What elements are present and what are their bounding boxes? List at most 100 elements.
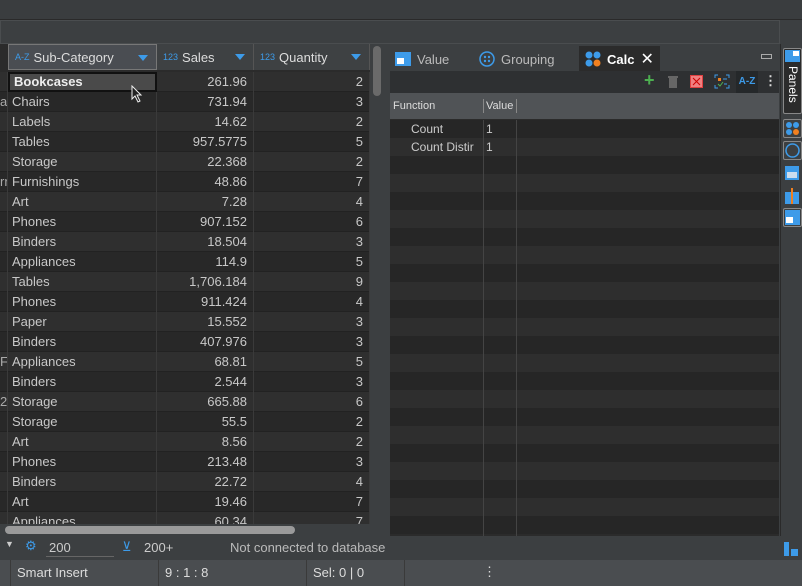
- table-row[interactable]: Tables 957.5775 5: [0, 132, 370, 152]
- quantity-cell[interactable]: 2: [254, 112, 370, 132]
- insert-mode[interactable]: Smart Insert: [10, 560, 158, 586]
- calc-row[interactable]: [390, 300, 779, 318]
- sub-category-cell[interactable]: Art: [8, 432, 157, 452]
- sales-cell[interactable]: 665.88: [157, 392, 254, 412]
- select-columns-icon[interactable]: [714, 74, 730, 89]
- calc-row[interactable]: [390, 516, 779, 534]
- calc-row[interactable]: [390, 480, 779, 498]
- quantity-cell[interactable]: 5: [254, 352, 370, 372]
- table-row[interactable]: rr Furnishings 48.86 7: [0, 172, 370, 192]
- quantity-cell[interactable]: 5: [254, 252, 370, 272]
- sales-cell[interactable]: 68.81: [157, 352, 254, 372]
- quantity-cell[interactable]: 7: [254, 172, 370, 192]
- sort-filter-icon[interactable]: [138, 55, 148, 61]
- sort-filter-icon[interactable]: [235, 54, 245, 60]
- dropdown-icon[interactable]: ▼: [5, 539, 14, 549]
- calc-row[interactable]: [390, 228, 779, 246]
- hidden-column-cell[interactable]: [0, 452, 8, 472]
- column-header-function[interactable]: Function: [393, 100, 435, 112]
- hidden-column-cell[interactable]: [0, 132, 8, 152]
- sub-category-cell[interactable]: Storage: [8, 152, 157, 172]
- quantity-cell[interactable]: 3: [254, 92, 370, 112]
- sales-cell[interactable]: 55.5: [157, 412, 254, 432]
- calc-row[interactable]: [390, 462, 779, 480]
- column-header-sub-category[interactable]: A-Z Sub-Category: [8, 44, 157, 70]
- metadata-panel-icon[interactable]: [785, 166, 799, 180]
- calc-row[interactable]: Count Distir 1: [390, 138, 779, 156]
- quantity-cell[interactable]: 7: [254, 492, 370, 512]
- sub-category-cell[interactable]: Tables: [8, 272, 157, 292]
- calc-row[interactable]: [390, 156, 779, 174]
- tab-value[interactable]: Value: [395, 46, 449, 72]
- column-header-value[interactable]: Value: [486, 100, 513, 112]
- quantity-cell[interactable]: 5: [254, 132, 370, 152]
- settings-gear-icon[interactable]: ⚙: [25, 538, 37, 554]
- hidden-column-cell[interactable]: [0, 412, 8, 432]
- sort-az-button[interactable]: A-Z: [736, 71, 758, 93]
- table-row[interactable]: Tables 1,706.184 9: [0, 272, 370, 292]
- tab-grouping[interactable]: Grouping: [479, 46, 554, 72]
- close-tab-icon[interactable]: ✕: [640, 49, 653, 69]
- sub-category-cell[interactable]: Appliances: [8, 352, 157, 372]
- hidden-column-cell[interactable]: 2": [0, 392, 8, 412]
- quantity-cell[interactable]: 4: [254, 192, 370, 212]
- table-row[interactable]: aiChairs731.943: [0, 92, 370, 112]
- table-row[interactable]: Storage 55.5 2: [0, 412, 370, 432]
- calc-panel-button[interactable]: [783, 119, 802, 138]
- fetch-size-input[interactable]: 200: [46, 538, 114, 557]
- hidden-column-cell[interactable]: [0, 152, 8, 172]
- table-row[interactable]: 2"Storage665.886: [0, 392, 370, 412]
- hidden-column-cell[interactable]: [0, 512, 8, 524]
- hidden-column-cell[interactable]: [0, 332, 8, 352]
- calc-row[interactable]: [390, 354, 779, 372]
- sales-cell[interactable]: 19.46: [157, 492, 254, 512]
- more-options-icon[interactable]: ⋮: [764, 73, 777, 89]
- quantity-cell[interactable]: 4: [254, 472, 370, 492]
- calc-row[interactable]: [390, 246, 779, 264]
- quantity-cell[interactable]: 2: [254, 72, 370, 92]
- column-header-quantity[interactable]: 123 Quantity: [254, 44, 370, 70]
- quantity-cell[interactable]: 7: [254, 512, 370, 524]
- quantity-cell[interactable]: 3: [254, 232, 370, 252]
- calc-row[interactable]: [390, 444, 779, 462]
- calc-row[interactable]: [390, 336, 779, 354]
- table-row[interactable]: Bookcases 261.96 2: [0, 72, 370, 92]
- sub-category-cell[interactable]: Appliances: [8, 252, 157, 272]
- quantity-cell[interactable]: 3: [254, 452, 370, 472]
- hidden-column-cell[interactable]: [0, 112, 8, 132]
- sales-cell[interactable]: 261.96: [157, 72, 254, 92]
- calc-row[interactable]: [390, 318, 779, 336]
- quantity-cell[interactable]: 6: [254, 212, 370, 232]
- sales-cell[interactable]: 213.48: [157, 452, 254, 472]
- sales-cell[interactable]: 18.504: [157, 232, 254, 252]
- table-row[interactable]: F Appliances 68.81 5: [0, 352, 370, 372]
- sub-category-cell[interactable]: Binders: [8, 372, 157, 392]
- calc-row[interactable]: [390, 264, 779, 282]
- sub-category-cell[interactable]: Labels: [8, 112, 157, 132]
- table-row[interactable]: Phones 911.424 4: [0, 292, 370, 312]
- horizontal-scrollbar[interactable]: [5, 526, 295, 534]
- references-panel-icon[interactable]: [785, 188, 799, 204]
- calc-row[interactable]: [390, 192, 779, 210]
- calc-row[interactable]: Count 1: [390, 120, 779, 138]
- table-row[interactable]: Binders 18.504 3: [0, 232, 370, 252]
- table-row[interactable]: Binders 22.72 4: [0, 472, 370, 492]
- table-row[interactable]: Art 7.28 4: [0, 192, 370, 212]
- hidden-column-cell[interactable]: [0, 252, 8, 272]
- hidden-column-cell[interactable]: rr: [0, 172, 8, 192]
- status-menu-icon[interactable]: ⋮: [483, 564, 496, 580]
- table-row[interactable]: Binders 407.976 3: [0, 332, 370, 352]
- calc-row[interactable]: [390, 498, 779, 516]
- table-row[interactable]: Art 19.46 7: [0, 492, 370, 512]
- quantity-cell[interactable]: 3: [254, 332, 370, 352]
- quantity-cell[interactable]: 2: [254, 152, 370, 172]
- table-row[interactable]: Art 8.56 2: [0, 432, 370, 452]
- table-row[interactable]: Labels 14.62 2: [0, 112, 370, 132]
- delete-all-icon[interactable]: [690, 75, 703, 88]
- add-icon[interactable]: +: [644, 70, 655, 91]
- hidden-column-cell[interactable]: [0, 372, 8, 392]
- sales-cell[interactable]: 48.86: [157, 172, 254, 192]
- sub-category-cell[interactable]: Binders: [8, 232, 157, 252]
- sub-category-cell[interactable]: Art: [8, 192, 157, 212]
- hidden-column-cell[interactable]: [0, 72, 8, 92]
